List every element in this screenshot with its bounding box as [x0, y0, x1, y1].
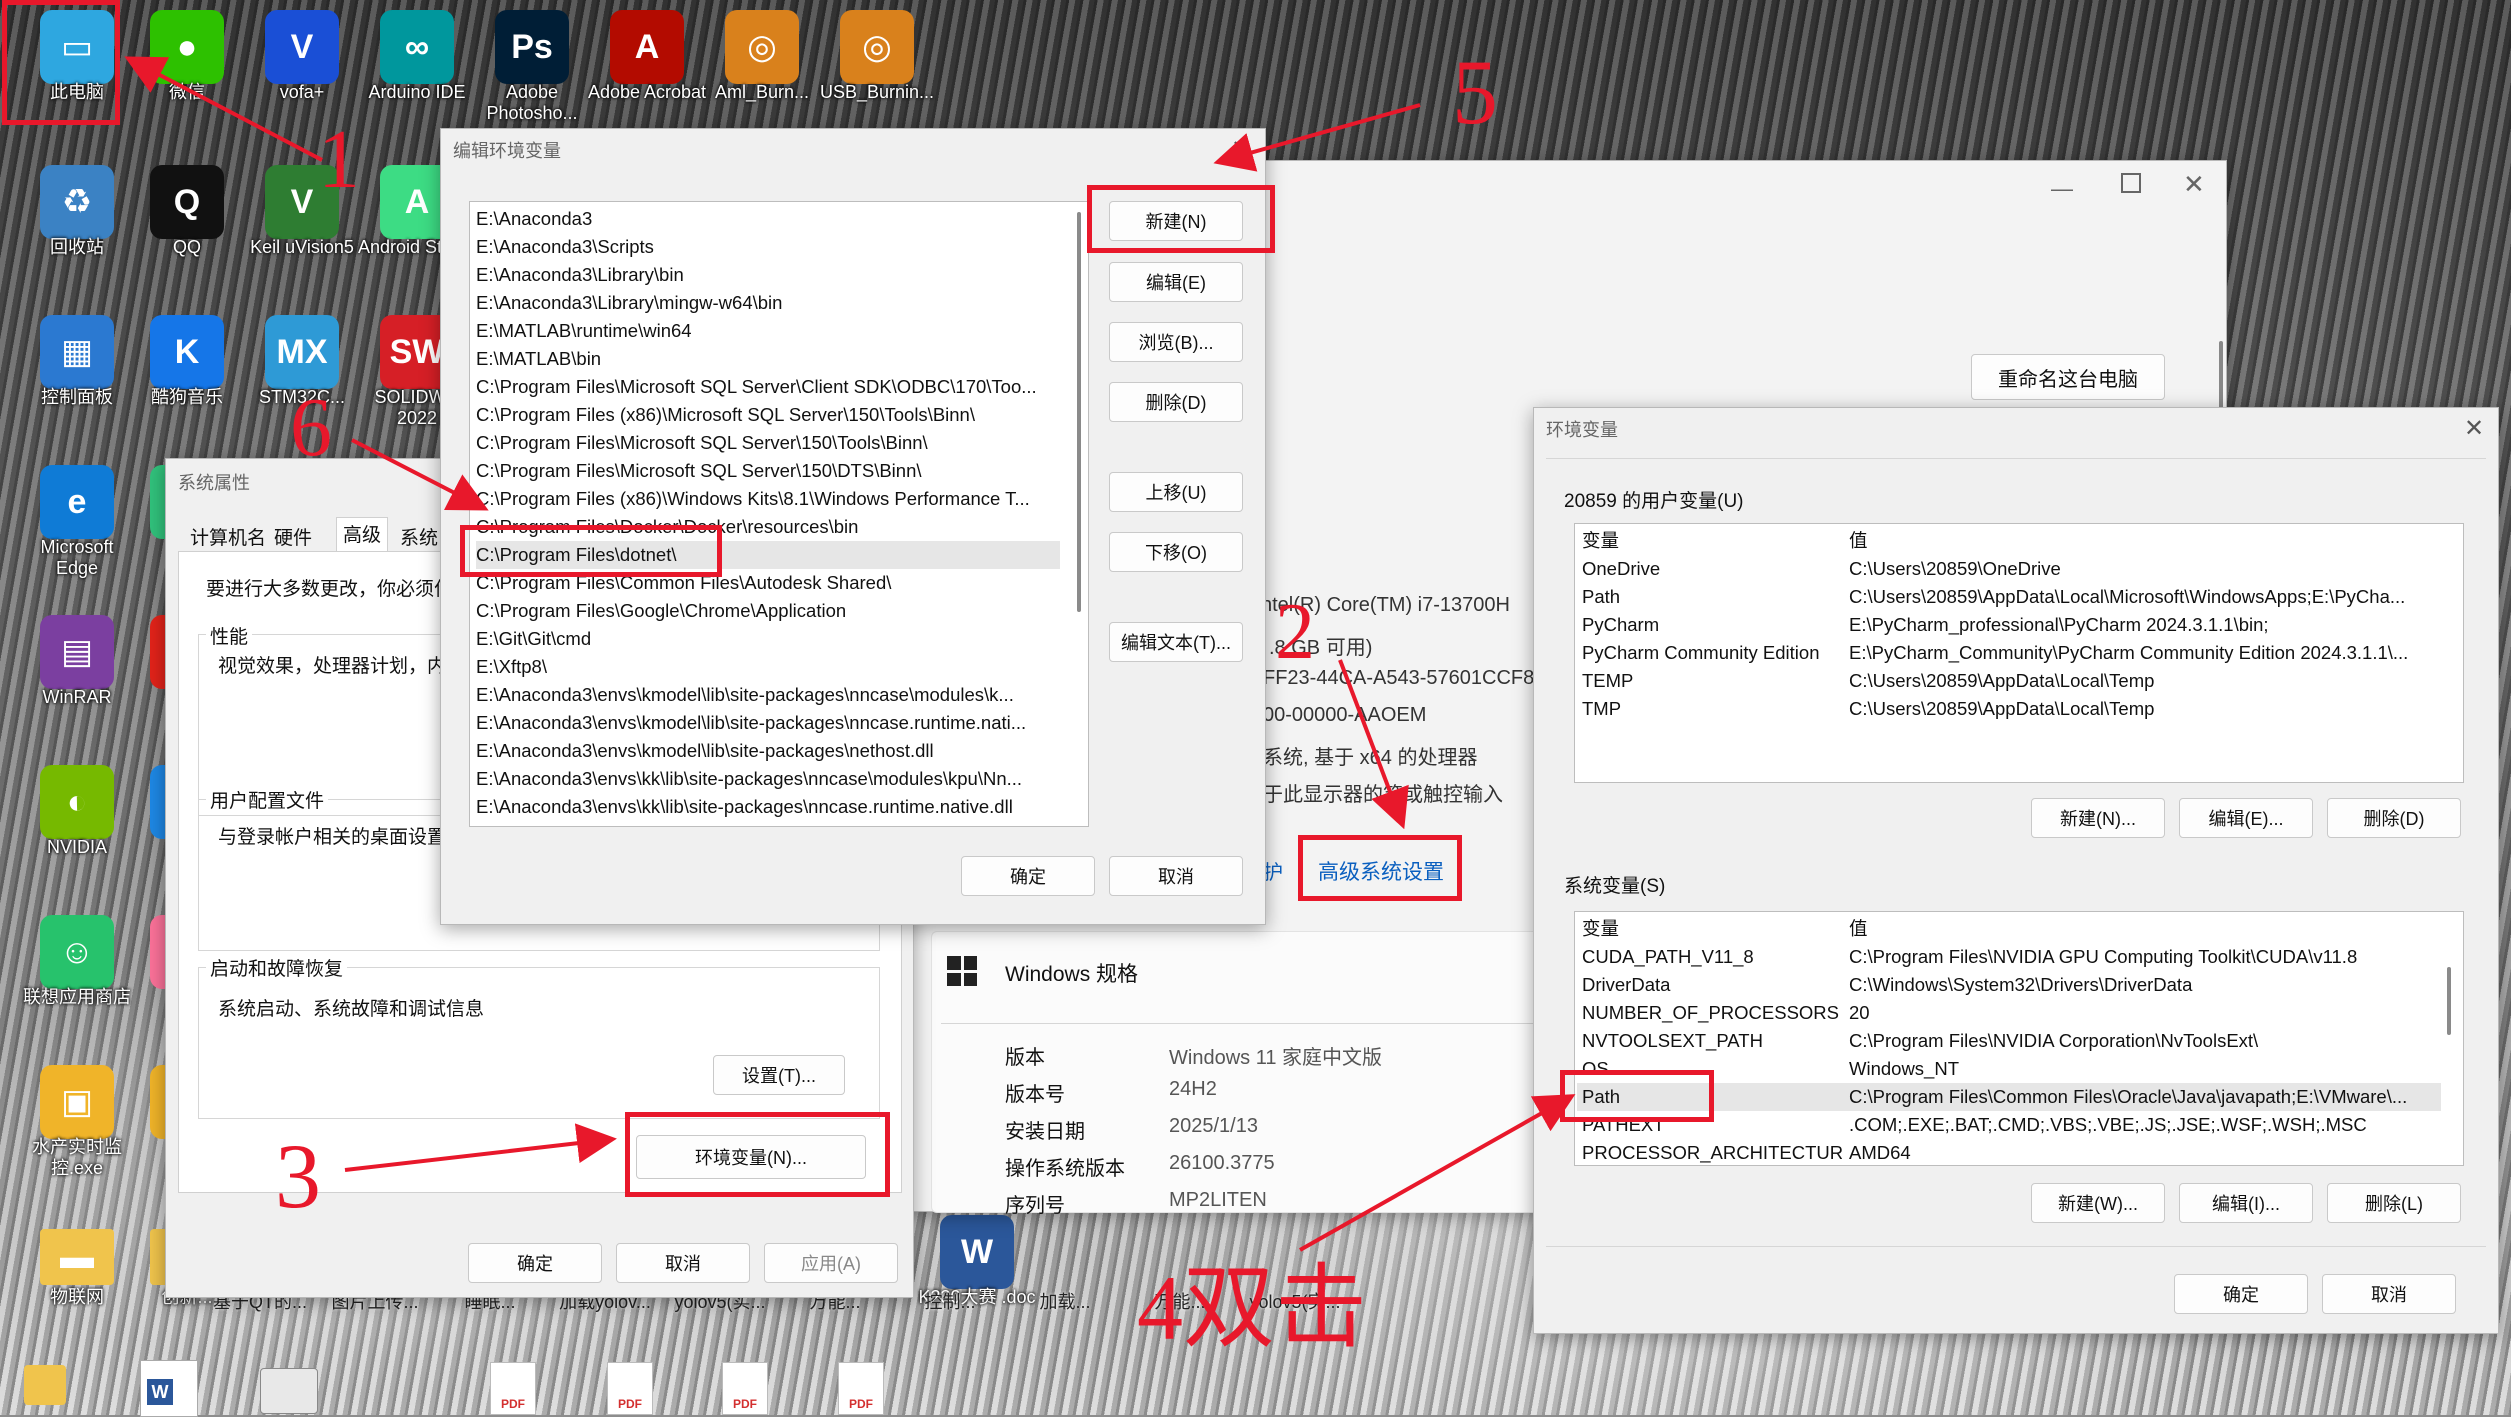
arrow-6 — [351, 438, 489, 511]
annotation-arrows — [124, 56, 1576, 1252]
arrow-2 — [1338, 659, 1409, 830]
arrow-5 — [1213, 103, 1421, 172]
arrow-4 — [1299, 1094, 1576, 1252]
arrow-1 — [124, 56, 323, 162]
arrow-3 — [344, 1123, 617, 1172]
